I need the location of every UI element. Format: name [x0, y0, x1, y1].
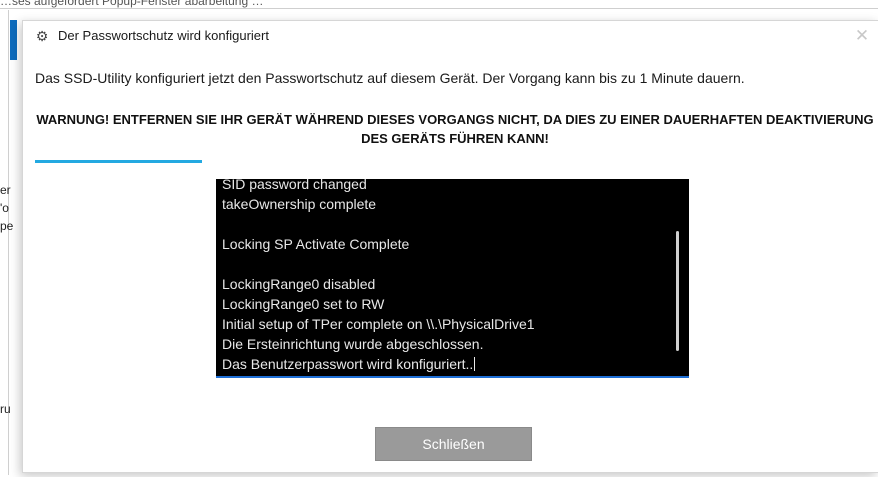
- log-console[interactable]: SID password changed takeOwnership compl…: [216, 176, 689, 378]
- log-line: LockingRange0 disabled: [222, 276, 376, 292]
- gear-icon: ⚙: [35, 28, 49, 44]
- progress-fill: [35, 160, 202, 163]
- log-line: takeOwnership complete: [222, 196, 377, 212]
- background-text-fragment: ru: [0, 402, 11, 416]
- password-protection-dialog: ⚙ Der Passwortschutz wird konfiguriert ✕…: [22, 20, 878, 473]
- log-lines: SID password changed takeOwnership compl…: [222, 174, 662, 374]
- background-top-text: …ses aufgefordert Popup-Fenster abarbeit…: [0, 0, 264, 8]
- background-text-fragment: 'o: [0, 201, 9, 215]
- log-scrollbar-thumb[interactable]: [676, 231, 679, 351]
- info-message: Das SSD-Utility konfiguriert jetzt den P…: [35, 70, 745, 86]
- close-icon[interactable]: ✕: [849, 23, 875, 49]
- background-text-fragment: pe: [0, 219, 14, 233]
- dialog-title: Der Passwortschutz wird konfiguriert: [58, 28, 269, 43]
- close-button[interactable]: Schließen: [375, 427, 532, 461]
- background-divider: [0, 8, 878, 9]
- log-line: SID password changed: [222, 176, 367, 192]
- background-text-fragment: er: [0, 183, 11, 197]
- log-line-current: Das Benutzerpasswort wird konfiguriert..: [222, 354, 662, 374]
- warning-message: WARNUNG! ENTFERNEN SIE IHR GERÄT WÄHREND…: [36, 112, 874, 146]
- text-cursor: [474, 357, 476, 371]
- background-accent-bar: [10, 20, 17, 60]
- progress-bar: [35, 160, 870, 163]
- log-line-text: Das Benutzerpasswort wird konfiguriert..: [222, 356, 474, 372]
- log-line: Initial setup of TPer complete on \\.\Ph…: [222, 316, 535, 332]
- log-line: Locking SP Activate Complete: [222, 236, 410, 252]
- log-line: LockingRange0 set to RW: [222, 296, 385, 312]
- dialog-titlebar[interactable]: ⚙ Der Passwortschutz wird konfiguriert ✕: [23, 21, 878, 51]
- log-line: Die Ersteinrichtung wurde abgeschlossen.: [222, 336, 484, 352]
